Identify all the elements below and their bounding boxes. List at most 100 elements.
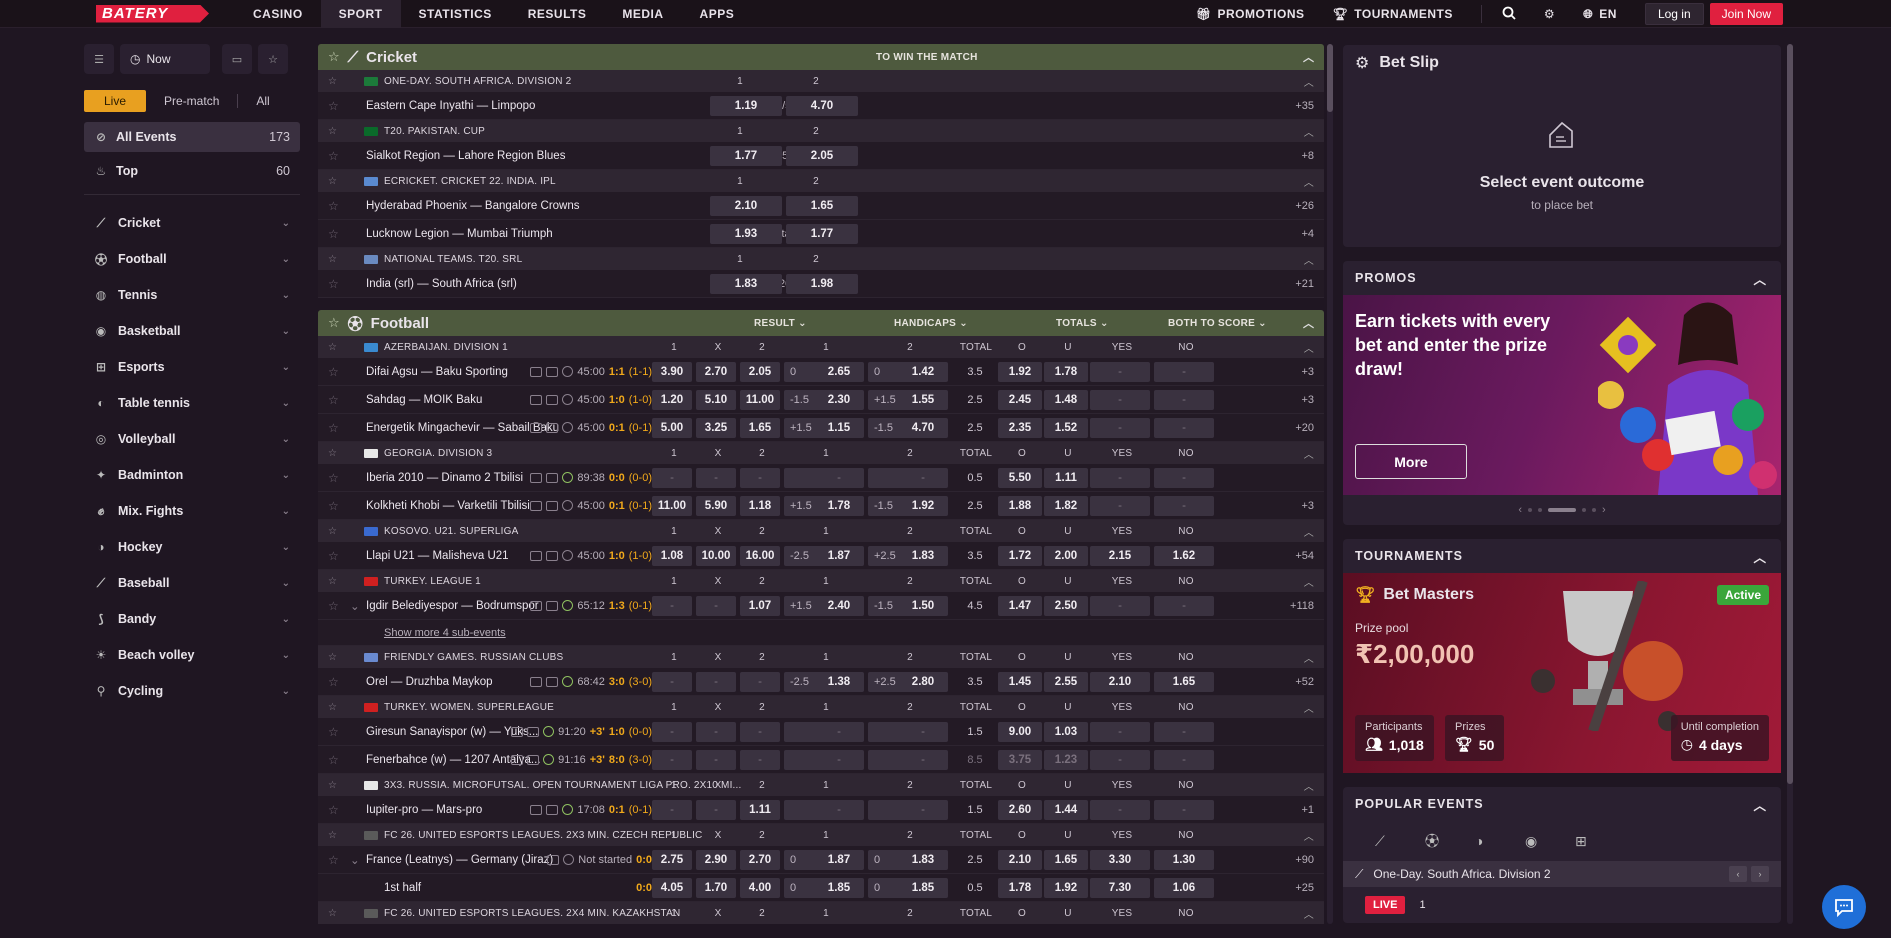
handicap-odds-button[interactable]: -	[784, 722, 864, 742]
now-filter[interactable]: ◷ Now	[120, 44, 210, 74]
odds-button[interactable]: 2.70	[696, 362, 736, 382]
odds-button[interactable]: 5.10	[696, 390, 736, 410]
odds-button[interactable]: -	[652, 722, 692, 742]
odds-button-o[interactable]: 2.60	[998, 800, 1042, 820]
event-row[interactable]: ☆ Lucknow Legion — Mumbai Triumph Not star…	[318, 220, 1324, 248]
event-name[interactable]: Sahdag — MOIK Baku	[366, 394, 482, 406]
league-header[interactable]: ☆ ECRICKET. CRICKET 22. INDIA. IPL 1 2 ︿	[318, 170, 1324, 192]
odds-button-o[interactable]: 1.92	[998, 362, 1042, 382]
odds-button[interactable]: 1.11	[740, 800, 780, 820]
more-markets[interactable]: +21	[1295, 278, 1314, 290]
odds-button-2[interactable]: 1.98	[786, 274, 858, 294]
nav-statistics[interactable]: STATISTICS	[401, 0, 510, 28]
column-header-result[interactable]: RESULT ⌄	[754, 310, 807, 336]
more-markets[interactable]: +4	[1301, 228, 1314, 240]
odds-button[interactable]: 2.90	[696, 850, 736, 870]
handicap-odds-button[interactable]: -	[868, 750, 948, 770]
star-icon[interactable]: ☆	[328, 448, 337, 459]
field-icon[interactable]	[530, 422, 543, 433]
star-icon[interactable]: ☆	[328, 652, 337, 663]
stats-icon[interactable]	[527, 726, 540, 737]
odds-button[interactable]: 2.70	[740, 850, 780, 870]
sidebar-item-baseball[interactable]: ⟋ Baseball ⌄	[84, 565, 300, 601]
odds-button-u[interactable]: 1.82	[1044, 496, 1088, 516]
sidebar-item-bandy[interactable]: ⟆ Bandy ⌄	[84, 601, 300, 637]
chevron-up-icon[interactable]: ︿	[1304, 574, 1314, 589]
sidebar-item-basketball[interactable]: ◉ Basketball ⌄	[84, 313, 300, 349]
star-icon[interactable]: ☆	[328, 908, 337, 919]
star-icon[interactable]: ☆	[328, 49, 340, 65]
league-header[interactable]: ☆ NATIONAL TEAMS. T20. SRL 1 2 ︿	[318, 248, 1324, 270]
carousel-dot[interactable]	[1592, 508, 1596, 512]
event-name[interactable]: Igdir Belediyespor — Bodrumspor	[366, 600, 539, 612]
stats-icon[interactable]	[546, 804, 559, 815]
league-header[interactable]: ☆ FC 26. UNITED ESPORTS LEAGUES. 2X4 MIN.…	[318, 902, 1324, 924]
handicap-odds-button[interactable]: +2.5 1.83	[868, 546, 948, 566]
odds-button-1[interactable]: 1.77	[710, 146, 782, 166]
odds-button-o[interactable]: 3.75	[998, 750, 1042, 770]
event-name[interactable]: Iupiter-pro — Mars-pro	[366, 804, 482, 816]
sidebar-item-table-tennis[interactable]: ◐ Table tennis ⌄	[84, 385, 300, 421]
event-row[interactable]: ☆India (srl) — South Africa (srl)Overs 1…	[318, 270, 1324, 298]
odds-button-u[interactable]: 1.48	[1044, 390, 1088, 410]
field-icon[interactable]	[530, 676, 543, 687]
more-markets[interactable]: +3	[1301, 394, 1314, 406]
odds-button-no[interactable]: -	[1154, 390, 1214, 410]
field-icon[interactable]	[511, 726, 524, 737]
odds-button-yes[interactable]: -	[1090, 418, 1150, 438]
sidebar-item-top[interactable]: ♨ Top 60	[84, 156, 300, 186]
event-name[interactable]: Sialkot Region — Lahore Region Blues	[366, 150, 565, 162]
odds-button-no[interactable]: 1.65	[1154, 672, 1214, 692]
language-selector[interactable]: 🌐︎ EN	[1583, 7, 1617, 22]
odds-button-yes[interactable]: 2.10	[1090, 672, 1150, 692]
carousel-dot-active[interactable]	[1548, 508, 1576, 512]
odds-button-u[interactable]: 1.92	[1044, 878, 1088, 898]
search-button[interactable]	[1502, 6, 1516, 23]
star-icon[interactable]: ☆	[328, 526, 337, 537]
odds-button-yes[interactable]: 3.30	[1090, 850, 1150, 870]
scrollbar-thumb[interactable]	[1327, 44, 1333, 112]
odds-button[interactable]: -	[652, 750, 692, 770]
odds-button-u[interactable]: 1.78	[1044, 362, 1088, 382]
star-icon[interactable]: ☆	[328, 675, 339, 689]
odds-button-no[interactable]: -	[1154, 496, 1214, 516]
sidebar-item-mix-fights[interactable]: ✊︎ Mix. Fights ⌄	[84, 493, 300, 529]
logo[interactable]: BATERY	[96, 4, 209, 23]
chevron-up-icon[interactable]: ︿	[1304, 74, 1314, 89]
field-icon[interactable]	[530, 394, 543, 405]
odds-button[interactable]: 4.05	[652, 878, 692, 898]
odds-button-o[interactable]: 9.00	[998, 722, 1042, 742]
odds-button-u[interactable]: 1.52	[1044, 418, 1088, 438]
handicap-odds-button[interactable]: -1.5 1.92	[868, 496, 948, 516]
field-icon[interactable]	[530, 472, 543, 483]
odds-button[interactable]: 1.65	[740, 418, 780, 438]
odds-button-yes[interactable]: -	[1090, 750, 1150, 770]
more-markets[interactable]: +8	[1301, 150, 1314, 162]
chat-button[interactable]	[1822, 885, 1866, 929]
odds-button[interactable]: -	[740, 722, 780, 742]
odds-button-1[interactable]: 1.83	[710, 274, 782, 294]
chevron-down-icon[interactable]: ⌄	[350, 599, 360, 613]
promo-banner[interactable]: Earn tickets with every bet and enter th…	[1343, 295, 1781, 495]
more-markets[interactable]: +3	[1301, 500, 1314, 512]
more-markets[interactable]: +52	[1295, 676, 1314, 688]
handicap-odds-button[interactable]: +1.5 1.78	[784, 496, 864, 516]
settings-button[interactable]: ⚙	[1544, 7, 1555, 21]
odds-button-o[interactable]: 1.88	[998, 496, 1042, 516]
gamepad-icon[interactable]: ⊞	[1575, 833, 1625, 850]
sidebar-item-volleyball[interactable]: ◎ Volleyball ⌄	[84, 421, 300, 457]
star-icon[interactable]: ☆	[328, 499, 339, 513]
event-name[interactable]: France (Leatnys) — Germany (Jiraz)	[366, 854, 553, 866]
field-icon[interactable]	[547, 854, 560, 865]
odds-button[interactable]: 2.05	[740, 362, 780, 382]
event-row[interactable]: ☆ Giresun Sanayispor (w) — Yuks... 91:20 +3…	[318, 718, 1324, 746]
odds-button-no[interactable]: -	[1154, 362, 1214, 382]
star-icon[interactable]: ☆	[328, 99, 339, 113]
league-header[interactable]: ☆ TURKEY. WOMEN. SUPERLEAGUE 1 X 2 1 2 TOTAL O U Y…	[318, 696, 1324, 718]
odds-button-1[interactable]: 1.19	[710, 96, 782, 116]
league-header[interactable]: ☆ FC 26. UNITED ESPORTS LEAGUES. 2X3 MIN.…	[318, 824, 1324, 846]
event-row[interactable]: ☆ Fenerbahce (w) — 1207 Antalya... 91:16 +3…	[318, 746, 1324, 774]
sidebar-item-badminton[interactable]: ✦ Badminton ⌄	[84, 457, 300, 493]
event-name[interactable]: Lucknow Legion — Mumbai Triumph	[366, 228, 553, 240]
chevron-left-icon[interactable]: ‹	[1518, 504, 1522, 516]
